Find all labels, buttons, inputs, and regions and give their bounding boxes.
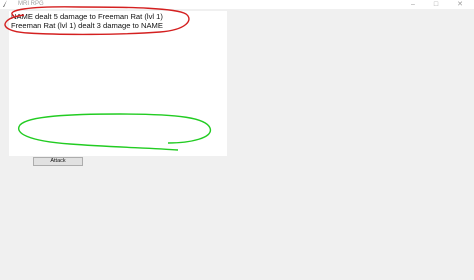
log-line: Freeman Rat (lvl 1) dealt 3 damage to NA… xyxy=(11,21,163,30)
maximize-icon[interactable]: □ xyxy=(430,0,442,9)
attack-button[interactable]: Attack xyxy=(33,157,83,166)
close-icon[interactable]: ✕ xyxy=(454,0,466,9)
feather-icon xyxy=(3,0,7,7)
title-bar: MRI RPG – □ ✕ xyxy=(0,0,474,9)
window-title: MRI RPG xyxy=(18,1,44,7)
app-window: MRI RPG – □ ✕ NAME dealt 5 damage to Fre… xyxy=(0,0,474,280)
combat-log[interactable]: NAME dealt 5 damage to Freeman Rat (lvl … xyxy=(9,11,227,156)
minimize-icon[interactable]: – xyxy=(407,0,419,9)
log-line: NAME dealt 5 damage to Freeman Rat (lvl … xyxy=(11,12,163,21)
